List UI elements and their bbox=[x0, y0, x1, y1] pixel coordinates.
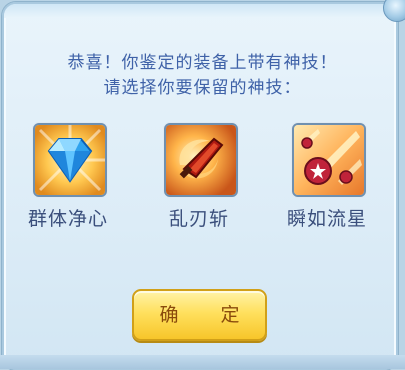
dialog-rim bbox=[4, 4, 396, 18]
crimson-blade-icon bbox=[166, 125, 236, 195]
skill-option-1[interactable] bbox=[33, 123, 107, 197]
meteor-icon bbox=[294, 125, 364, 195]
skill-option-3[interactable] bbox=[292, 123, 366, 197]
skill-option-2[interactable] bbox=[164, 123, 238, 197]
skill-name-1: 群体净心 bbox=[27, 208, 108, 230]
dialog-bottom-edge bbox=[0, 355, 405, 369]
skill-name-3: 瞬如流星 bbox=[286, 208, 367, 230]
dialog-message-line2: 请选择你要保留的神技： bbox=[103, 78, 302, 98]
blue-diamond-icon bbox=[35, 125, 105, 195]
dialog-message-line1: 恭喜！你鉴定的装备上带有神技！ bbox=[67, 53, 338, 73]
confirm-button[interactable]: 确 定 bbox=[132, 289, 267, 341]
skill-name-2: 乱刃斩 bbox=[168, 208, 229, 230]
